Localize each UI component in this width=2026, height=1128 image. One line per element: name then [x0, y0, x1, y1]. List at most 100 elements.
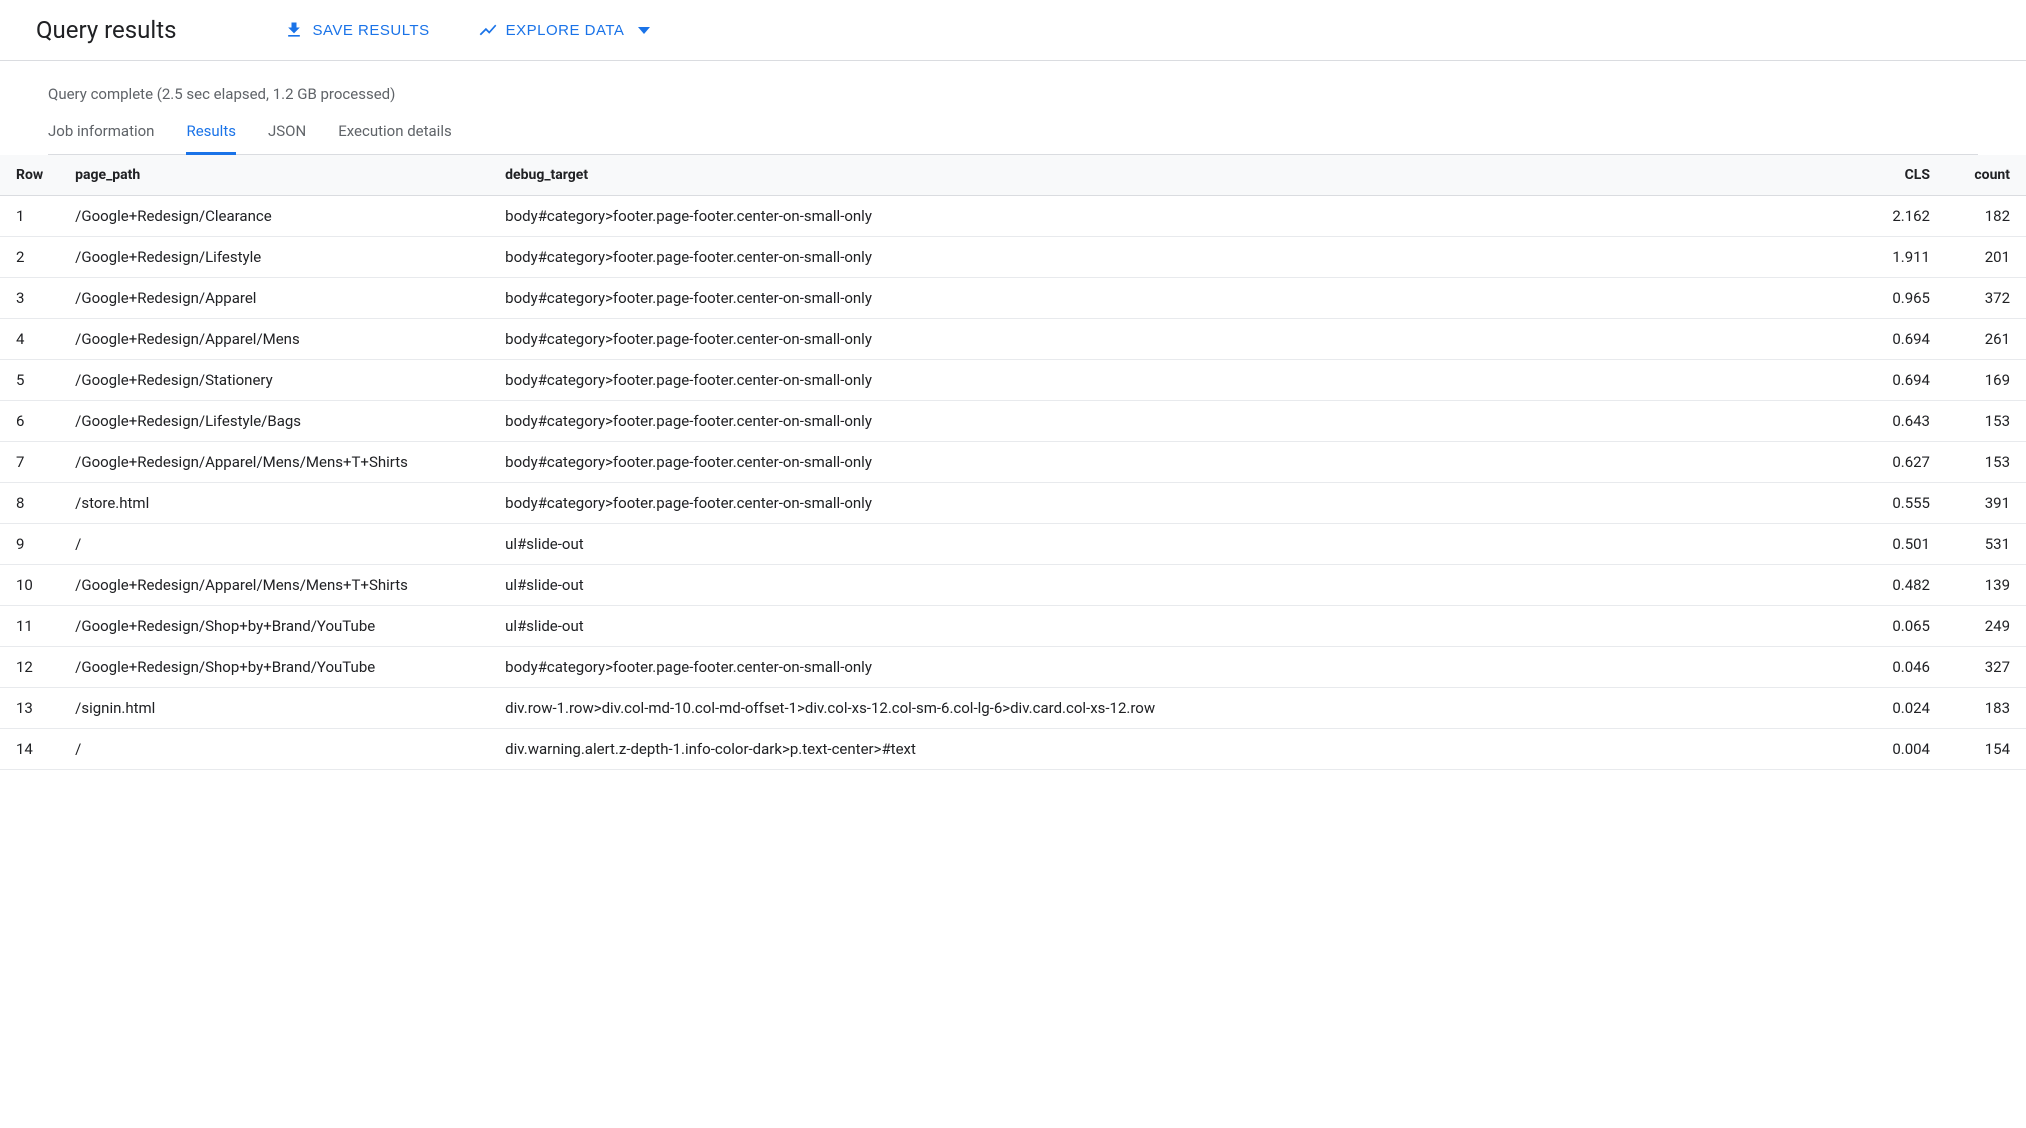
save-results-button[interactable]: Save Results	[284, 20, 429, 40]
table-row: 8/store.htmlbody#category>footer.page-fo…	[0, 483, 2026, 524]
cell-count: 327	[1946, 647, 2026, 688]
cell-page-path: /Google+Redesign/Clearance	[59, 196, 489, 237]
cell-row: 7	[0, 442, 59, 483]
cell-row: 2	[0, 237, 59, 278]
explore-data-button[interactable]: Explore Data	[478, 20, 651, 40]
save-results-label: Save Results	[312, 22, 429, 39]
cell-row: 13	[0, 688, 59, 729]
cell-cls: 0.627	[1866, 442, 1946, 483]
cell-count: 201	[1946, 237, 2026, 278]
table-row: 10/Google+Redesign/Apparel/Mens/Mens+T+S…	[0, 565, 2026, 606]
cell-page-path: /Google+Redesign/Shop+by+Brand/YouTube	[59, 647, 489, 688]
cell-cls: 0.694	[1866, 360, 1946, 401]
cell-count: 372	[1946, 278, 2026, 319]
table-header-row: Row page_path debug_target CLS count	[0, 155, 2026, 196]
cell-page-path: /Google+Redesign/Lifestyle/Bags	[59, 401, 489, 442]
column-header-debug-target[interactable]: debug_target	[489, 155, 1866, 196]
column-header-row[interactable]: Row	[0, 155, 59, 196]
table-row: 6/Google+Redesign/Lifestyle/Bagsbody#cat…	[0, 401, 2026, 442]
cell-debug-target: body#category>footer.page-footer.center-…	[489, 196, 1866, 237]
cell-debug-target: body#category>footer.page-footer.center-…	[489, 278, 1866, 319]
cell-row: 9	[0, 524, 59, 565]
cell-count: 182	[1946, 196, 2026, 237]
table-row: 13/signin.htmldiv.row-1.row>div.col-md-1…	[0, 688, 2026, 729]
cell-row: 12	[0, 647, 59, 688]
table-row: 9/ul#slide-out0.501531	[0, 524, 2026, 565]
cell-debug-target: div.warning.alert.z-depth-1.info-color-d…	[489, 729, 1866, 770]
tab-results[interactable]: Results	[186, 122, 236, 155]
cell-cls: 0.643	[1866, 401, 1946, 442]
cell-count: 261	[1946, 319, 2026, 360]
cell-row: 4	[0, 319, 59, 360]
cell-debug-target: body#category>footer.page-footer.center-…	[489, 360, 1866, 401]
cell-cls: 1.911	[1866, 237, 1946, 278]
cell-debug-target: ul#slide-out	[489, 565, 1866, 606]
cell-debug-target: body#category>footer.page-footer.center-…	[489, 647, 1866, 688]
table-row: 11/Google+Redesign/Shop+by+Brand/YouTube…	[0, 606, 2026, 647]
column-header-page-path[interactable]: page_path	[59, 155, 489, 196]
tab-job-information[interactable]: Job information	[48, 122, 154, 155]
cell-debug-target: body#category>footer.page-footer.center-…	[489, 442, 1866, 483]
result-tabs: Job information Results JSON Execution deta…	[48, 121, 1978, 155]
table-row: 7/Google+Redesign/Apparel/Mens/Mens+T+Sh…	[0, 442, 2026, 483]
cell-row: 3	[0, 278, 59, 319]
cell-debug-target: ul#slide-out	[489, 606, 1866, 647]
query-status-text: Query complete (2.5 sec elapsed, 1.2 GB …	[48, 85, 1978, 103]
cell-debug-target: body#category>footer.page-footer.center-…	[489, 237, 1866, 278]
cell-cls: 0.065	[1866, 606, 1946, 647]
cell-row: 14	[0, 729, 59, 770]
cell-debug-target: body#category>footer.page-footer.center-…	[489, 401, 1866, 442]
cell-count: 391	[1946, 483, 2026, 524]
cell-page-path: /Google+Redesign/Apparel/Mens/Mens+T+Shi…	[59, 565, 489, 606]
download-icon	[284, 20, 304, 40]
cell-cls: 0.482	[1866, 565, 1946, 606]
cell-debug-target: body#category>footer.page-footer.center-…	[489, 319, 1866, 360]
column-header-count[interactable]: count	[1946, 155, 2026, 196]
cell-page-path: /Google+Redesign/Apparel/Mens/Mens+T+Shi…	[59, 442, 489, 483]
cell-count: 139	[1946, 565, 2026, 606]
results-header: Query results Save Results Explore Data	[0, 0, 2026, 61]
cell-row: 6	[0, 401, 59, 442]
tab-json[interactable]: JSON	[268, 122, 306, 155]
cell-debug-target: ul#slide-out	[489, 524, 1866, 565]
cell-page-path: /Google+Redesign/Apparel	[59, 278, 489, 319]
cell-page-path: /Google+Redesign/Stationery	[59, 360, 489, 401]
cell-row: 11	[0, 606, 59, 647]
chart-icon	[478, 20, 498, 40]
cell-count: 153	[1946, 401, 2026, 442]
cell-page-path: /Google+Redesign/Lifestyle	[59, 237, 489, 278]
cell-cls: 0.046	[1866, 647, 1946, 688]
cell-count: 249	[1946, 606, 2026, 647]
cell-page-path: /	[59, 524, 489, 565]
cell-row: 8	[0, 483, 59, 524]
page-title: Query results	[36, 16, 176, 44]
cell-count: 169	[1946, 360, 2026, 401]
cell-cls: 0.501	[1866, 524, 1946, 565]
cell-cls: 0.004	[1866, 729, 1946, 770]
cell-cls: 0.694	[1866, 319, 1946, 360]
cell-page-path: /Google+Redesign/Shop+by+Brand/YouTube	[59, 606, 489, 647]
cell-count: 153	[1946, 442, 2026, 483]
tab-execution-details[interactable]: Execution details	[338, 122, 452, 155]
table-row: 2/Google+Redesign/Lifestylebody#category…	[0, 237, 2026, 278]
table-row: 14/div.warning.alert.z-depth-1.info-colo…	[0, 729, 2026, 770]
cell-count: 183	[1946, 688, 2026, 729]
explore-data-label: Explore Data	[506, 22, 625, 39]
cell-debug-target: body#category>footer.page-footer.center-…	[489, 483, 1866, 524]
cell-count: 531	[1946, 524, 2026, 565]
cell-cls: 0.965	[1866, 278, 1946, 319]
cell-page-path: /	[59, 729, 489, 770]
column-header-cls[interactable]: CLS	[1866, 155, 1946, 196]
table-row: 5/Google+Redesign/Stationerybody#categor…	[0, 360, 2026, 401]
cell-count: 154	[1946, 729, 2026, 770]
cell-cls: 0.555	[1866, 483, 1946, 524]
cell-row: 5	[0, 360, 59, 401]
results-table: Row page_path debug_target CLS count 1/G…	[0, 155, 2026, 770]
cell-row: 1	[0, 196, 59, 237]
cell-cls: 0.024	[1866, 688, 1946, 729]
cell-cls: 2.162	[1866, 196, 1946, 237]
cell-row: 10	[0, 565, 59, 606]
table-row: 3/Google+Redesign/Apparelbody#category>f…	[0, 278, 2026, 319]
table-row: 12/Google+Redesign/Shop+by+Brand/YouTube…	[0, 647, 2026, 688]
table-row: 1/Google+Redesign/Clearancebody#category…	[0, 196, 2026, 237]
